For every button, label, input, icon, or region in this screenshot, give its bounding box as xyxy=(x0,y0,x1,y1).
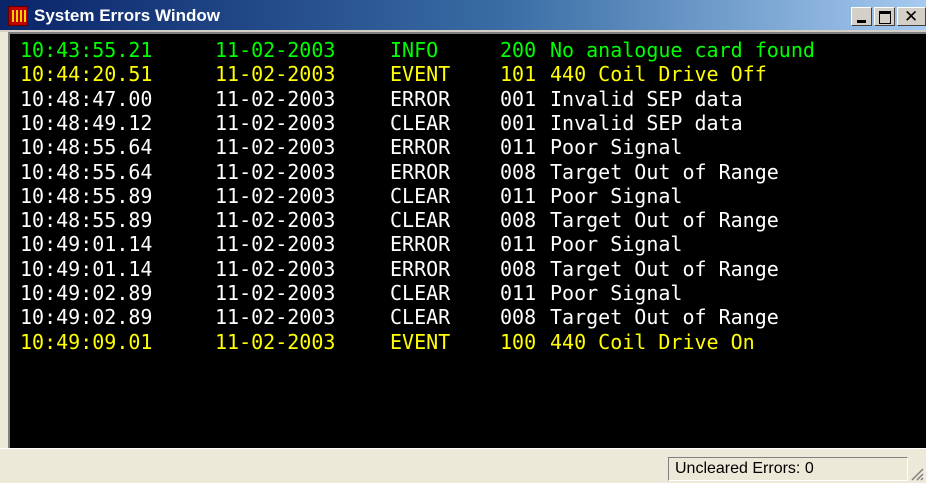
log-type: ERROR xyxy=(390,159,451,184)
log-type: CLEAR xyxy=(390,281,451,305)
log-code: 011 xyxy=(500,183,537,208)
log-message: Poor Signal xyxy=(550,232,683,257)
log-type: CLEAR xyxy=(390,183,451,208)
log-date: 11-02-2003 xyxy=(215,135,336,160)
log-message: Poor Signal xyxy=(550,281,683,305)
system-errors-window: System Errors Window ✕ 10:43:55.21 11-02-… xyxy=(0,0,926,483)
title-bar[interactable]: System Errors Window ✕ xyxy=(0,0,926,32)
log-code: 001 xyxy=(500,86,537,111)
close-button[interactable]: ✕ xyxy=(897,7,926,27)
error-log-console[interactable]: 10:43:55.21 11-02-2003 INFO 200 No analogue … xyxy=(8,32,926,448)
close-icon: ✕ xyxy=(904,7,919,27)
log-time: 10:48:55.89 xyxy=(20,183,153,208)
log-time: 10:49:02.89 xyxy=(20,305,153,330)
log-message: Invalid SEP data xyxy=(550,86,743,111)
log-date: 11-02-2003 xyxy=(215,159,336,184)
log-date: 11-02-2003 xyxy=(215,183,336,208)
log-type: CLEAR xyxy=(390,208,451,233)
log-code: 011 xyxy=(500,232,537,257)
uncleared-errors-status: Uncleared Errors: 0 xyxy=(668,457,908,481)
log-time: 10:43:55.21 xyxy=(20,38,153,62)
log-message: No analogue card found xyxy=(550,38,815,62)
window-title: System Errors Window xyxy=(34,6,220,25)
log-time: 10:49:02.89 xyxy=(20,281,153,305)
log-message: Poor Signal xyxy=(550,183,683,208)
log-time: 10:48:49.12 xyxy=(20,110,153,135)
resize-grip-icon[interactable] xyxy=(910,467,924,481)
log-date: 11-02-2003 xyxy=(215,329,336,354)
log-type: ERROR xyxy=(390,256,451,281)
log-time: 10:49:09.01 xyxy=(20,329,153,354)
log-date: 11-02-2003 xyxy=(215,305,336,330)
log-date: 11-02-2003 xyxy=(215,86,336,111)
log-code: 008 xyxy=(500,305,537,330)
log-date: 11-02-2003 xyxy=(215,110,336,135)
maximize-button[interactable] xyxy=(874,7,895,26)
log-type: ERROR xyxy=(390,135,451,160)
log-code: 200 xyxy=(500,38,537,62)
log-code: 011 xyxy=(500,281,537,305)
status-bar: Uncleared Errors: 0 xyxy=(0,448,926,483)
log-time: 10:48:55.64 xyxy=(20,135,153,160)
log-message: 440 Coil Drive Off xyxy=(550,62,767,87)
log-code: 001 xyxy=(500,110,537,135)
log-type: CLEAR xyxy=(390,305,451,330)
log-code: 011 xyxy=(500,135,537,160)
log-message: 440 Coil Drive On xyxy=(550,329,755,354)
log-time: 10:48:47.00 xyxy=(20,86,153,111)
log-type: INFO xyxy=(390,38,439,62)
log-date: 11-02-2003 xyxy=(215,232,336,257)
log-code: 100 xyxy=(500,329,537,354)
minimize-button[interactable] xyxy=(851,7,872,26)
log-code: 008 xyxy=(500,208,537,233)
log-time: 10:48:55.89 xyxy=(20,208,153,233)
log-type: EVENT xyxy=(390,329,451,354)
log-message: Poor Signal xyxy=(550,135,683,160)
minimize-icon xyxy=(857,20,866,23)
log-time: 10:49:01.14 xyxy=(20,232,153,257)
log-type: EVENT xyxy=(390,62,451,87)
log-code: 101 xyxy=(500,62,537,87)
log-message: Target Out of Range xyxy=(550,305,779,330)
log-date: 11-02-2003 xyxy=(215,256,336,281)
log-type: ERROR xyxy=(390,86,451,111)
log-date: 11-02-2003 xyxy=(215,38,336,62)
log-message: Target Out of Range xyxy=(550,159,779,184)
log-message: Target Out of Range xyxy=(550,256,779,281)
log-message: Target Out of Range xyxy=(550,208,779,233)
log-type: ERROR xyxy=(390,232,451,257)
log-type: CLEAR xyxy=(390,110,451,135)
log-date: 11-02-2003 xyxy=(215,62,336,87)
log-time: 10:49:01.14 xyxy=(20,256,153,281)
log-time: 10:48:55.64 xyxy=(20,159,153,184)
log-code: 008 xyxy=(500,159,537,184)
log-message: Invalid SEP data xyxy=(550,110,743,135)
app-icon[interactable] xyxy=(8,6,28,26)
maximize-icon xyxy=(879,11,891,24)
log-date: 11-02-2003 xyxy=(215,208,336,233)
log-date: 11-02-2003 xyxy=(215,281,336,305)
log-code: 008 xyxy=(500,256,537,281)
log-time: 10:44:20.51 xyxy=(20,62,153,87)
